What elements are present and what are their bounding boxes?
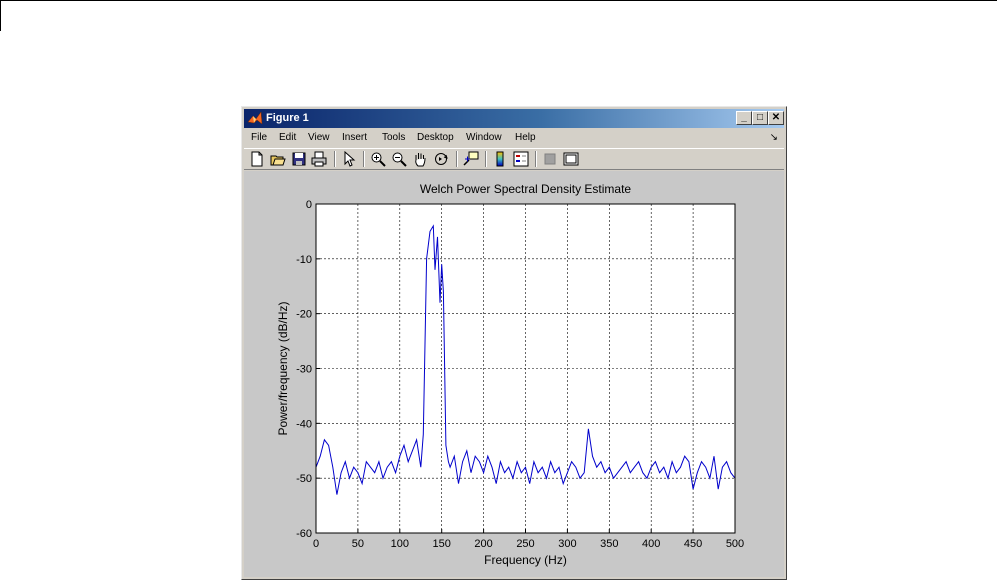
- colorbar-icon[interactable]: [492, 151, 508, 167]
- rotate-3d-icon[interactable]: [433, 151, 449, 167]
- menu-window[interactable]: Window: [466, 129, 502, 147]
- menu-insert[interactable]: Insert: [342, 129, 367, 147]
- page-top-rule: [0, 0, 997, 1]
- toolbar-separator: [456, 151, 458, 167]
- toolbar-separator: [485, 151, 487, 167]
- figure-toolbar: [244, 148, 784, 170]
- menu-tools[interactable]: Tools: [382, 129, 405, 147]
- minimize-button[interactable]: _: [736, 111, 752, 125]
- pan-hand-icon[interactable]: [412, 151, 428, 167]
- save-icon[interactable]: [291, 151, 307, 167]
- figure-canvas: [244, 171, 784, 577]
- toolbar-separator: [363, 151, 365, 167]
- menu-edit[interactable]: Edit: [279, 129, 296, 147]
- arrow-icon[interactable]: ↘: [770, 129, 778, 147]
- print-icon[interactable]: [311, 151, 327, 167]
- legend-icon[interactable]: [513, 151, 529, 167]
- select-arrow-icon[interactable]: [341, 151, 357, 167]
- zoom-out-icon[interactable]: [391, 151, 407, 167]
- title-bar[interactable]: Figure 1 _ □ ✕: [244, 109, 784, 128]
- menu-desktop[interactable]: Desktop: [417, 129, 454, 147]
- menu-bar: File Edit View Insert Tools Desktop Wind…: [244, 129, 784, 147]
- new-figure-icon[interactable]: [249, 151, 265, 167]
- figure-window: Figure 1 _ □ ✕ File Edit View Insert Too…: [241, 106, 787, 580]
- toolbar-separator: [334, 151, 336, 167]
- menu-help[interactable]: Help: [515, 129, 536, 147]
- window-title: Figure 1: [266, 112, 309, 124]
- menu-file[interactable]: File: [251, 129, 267, 147]
- show-plot-tools-icon[interactable]: [563, 151, 579, 167]
- matlab-logo-icon: [247, 111, 263, 125]
- toolbar-separator: [535, 151, 537, 167]
- open-file-icon[interactable]: [270, 151, 286, 167]
- page-left-tick: [0, 0, 1, 31]
- hide-plot-tools-icon[interactable]: [542, 151, 558, 167]
- zoom-in-icon[interactable]: [370, 151, 386, 167]
- data-cursor-icon[interactable]: [463, 151, 479, 167]
- menu-view[interactable]: View: [308, 129, 330, 147]
- close-button[interactable]: ✕: [768, 111, 784, 125]
- maximize-button[interactable]: □: [752, 111, 768, 125]
